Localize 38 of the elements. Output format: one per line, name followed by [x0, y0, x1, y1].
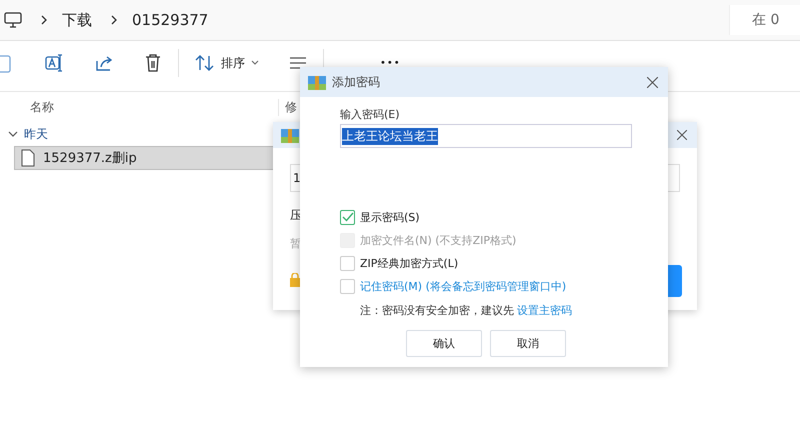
- archive-icon: [281, 127, 299, 143]
- dialog-button[interactable]: 取消: [490, 330, 566, 357]
- option-label[interactable]: 显示密码(S): [360, 210, 420, 224]
- caret-icon: [251, 60, 259, 66]
- option-label[interactable]: ZIP经典加密方式(L): [360, 256, 458, 270]
- sort-icon: [195, 54, 215, 72]
- chevron-icon[interactable]: [8, 129, 18, 139]
- search-field[interactable]: 在 0: [729, 5, 800, 35]
- dialog-title: 添加密码: [332, 74, 380, 90]
- lock-icon: [290, 273, 300, 287]
- close-icon[interactable]: [677, 130, 687, 140]
- archive-icon: [308, 74, 326, 90]
- file-row[interactable]: 1529377.z删ip: [14, 146, 276, 170]
- column-header[interactable]: 修: [279, 98, 297, 116]
- group-header[interactable]: 昨天: [24, 126, 48, 142]
- column-header[interactable]: 名称: [0, 98, 279, 116]
- password-field[interactable]: 上老王论坛当老王: [340, 124, 632, 148]
- dialog-button[interactable]: 确认: [406, 330, 482, 357]
- note-text: 注：密码没有安全加密，建议先: [360, 303, 514, 318]
- checkbox[interactable]: [340, 278, 355, 294]
- close-icon[interactable]: [647, 76, 658, 88]
- checkbox[interactable]: [340, 210, 355, 224]
- file-icon: [21, 149, 35, 167]
- checkbox[interactable]: [340, 256, 355, 270]
- set-master-password-link[interactable]: 设置主密码: [517, 303, 572, 318]
- sort-button[interactable]: 排序: [195, 54, 259, 72]
- breadcrumb-item[interactable]: 01529377: [132, 11, 208, 29]
- chevron-right-icon: [40, 14, 48, 26]
- option-label[interactable]: 记住密码(M) (将会备忘到密码管理窗口中): [360, 278, 566, 294]
- field-label: 输入密码(E): [340, 107, 401, 122]
- breadcrumb-item[interactable]: 下载: [62, 10, 92, 30]
- rename-icon[interactable]: [44, 53, 64, 73]
- chevron-right-icon: [110, 14, 118, 26]
- delete-icon[interactable]: [144, 53, 162, 73]
- computer-icon[interactable]: [4, 12, 22, 28]
- more-button[interactable]: •••: [380, 58, 401, 68]
- file-name: 1529377.z删ip: [43, 150, 137, 167]
- label: 暂: [290, 236, 301, 251]
